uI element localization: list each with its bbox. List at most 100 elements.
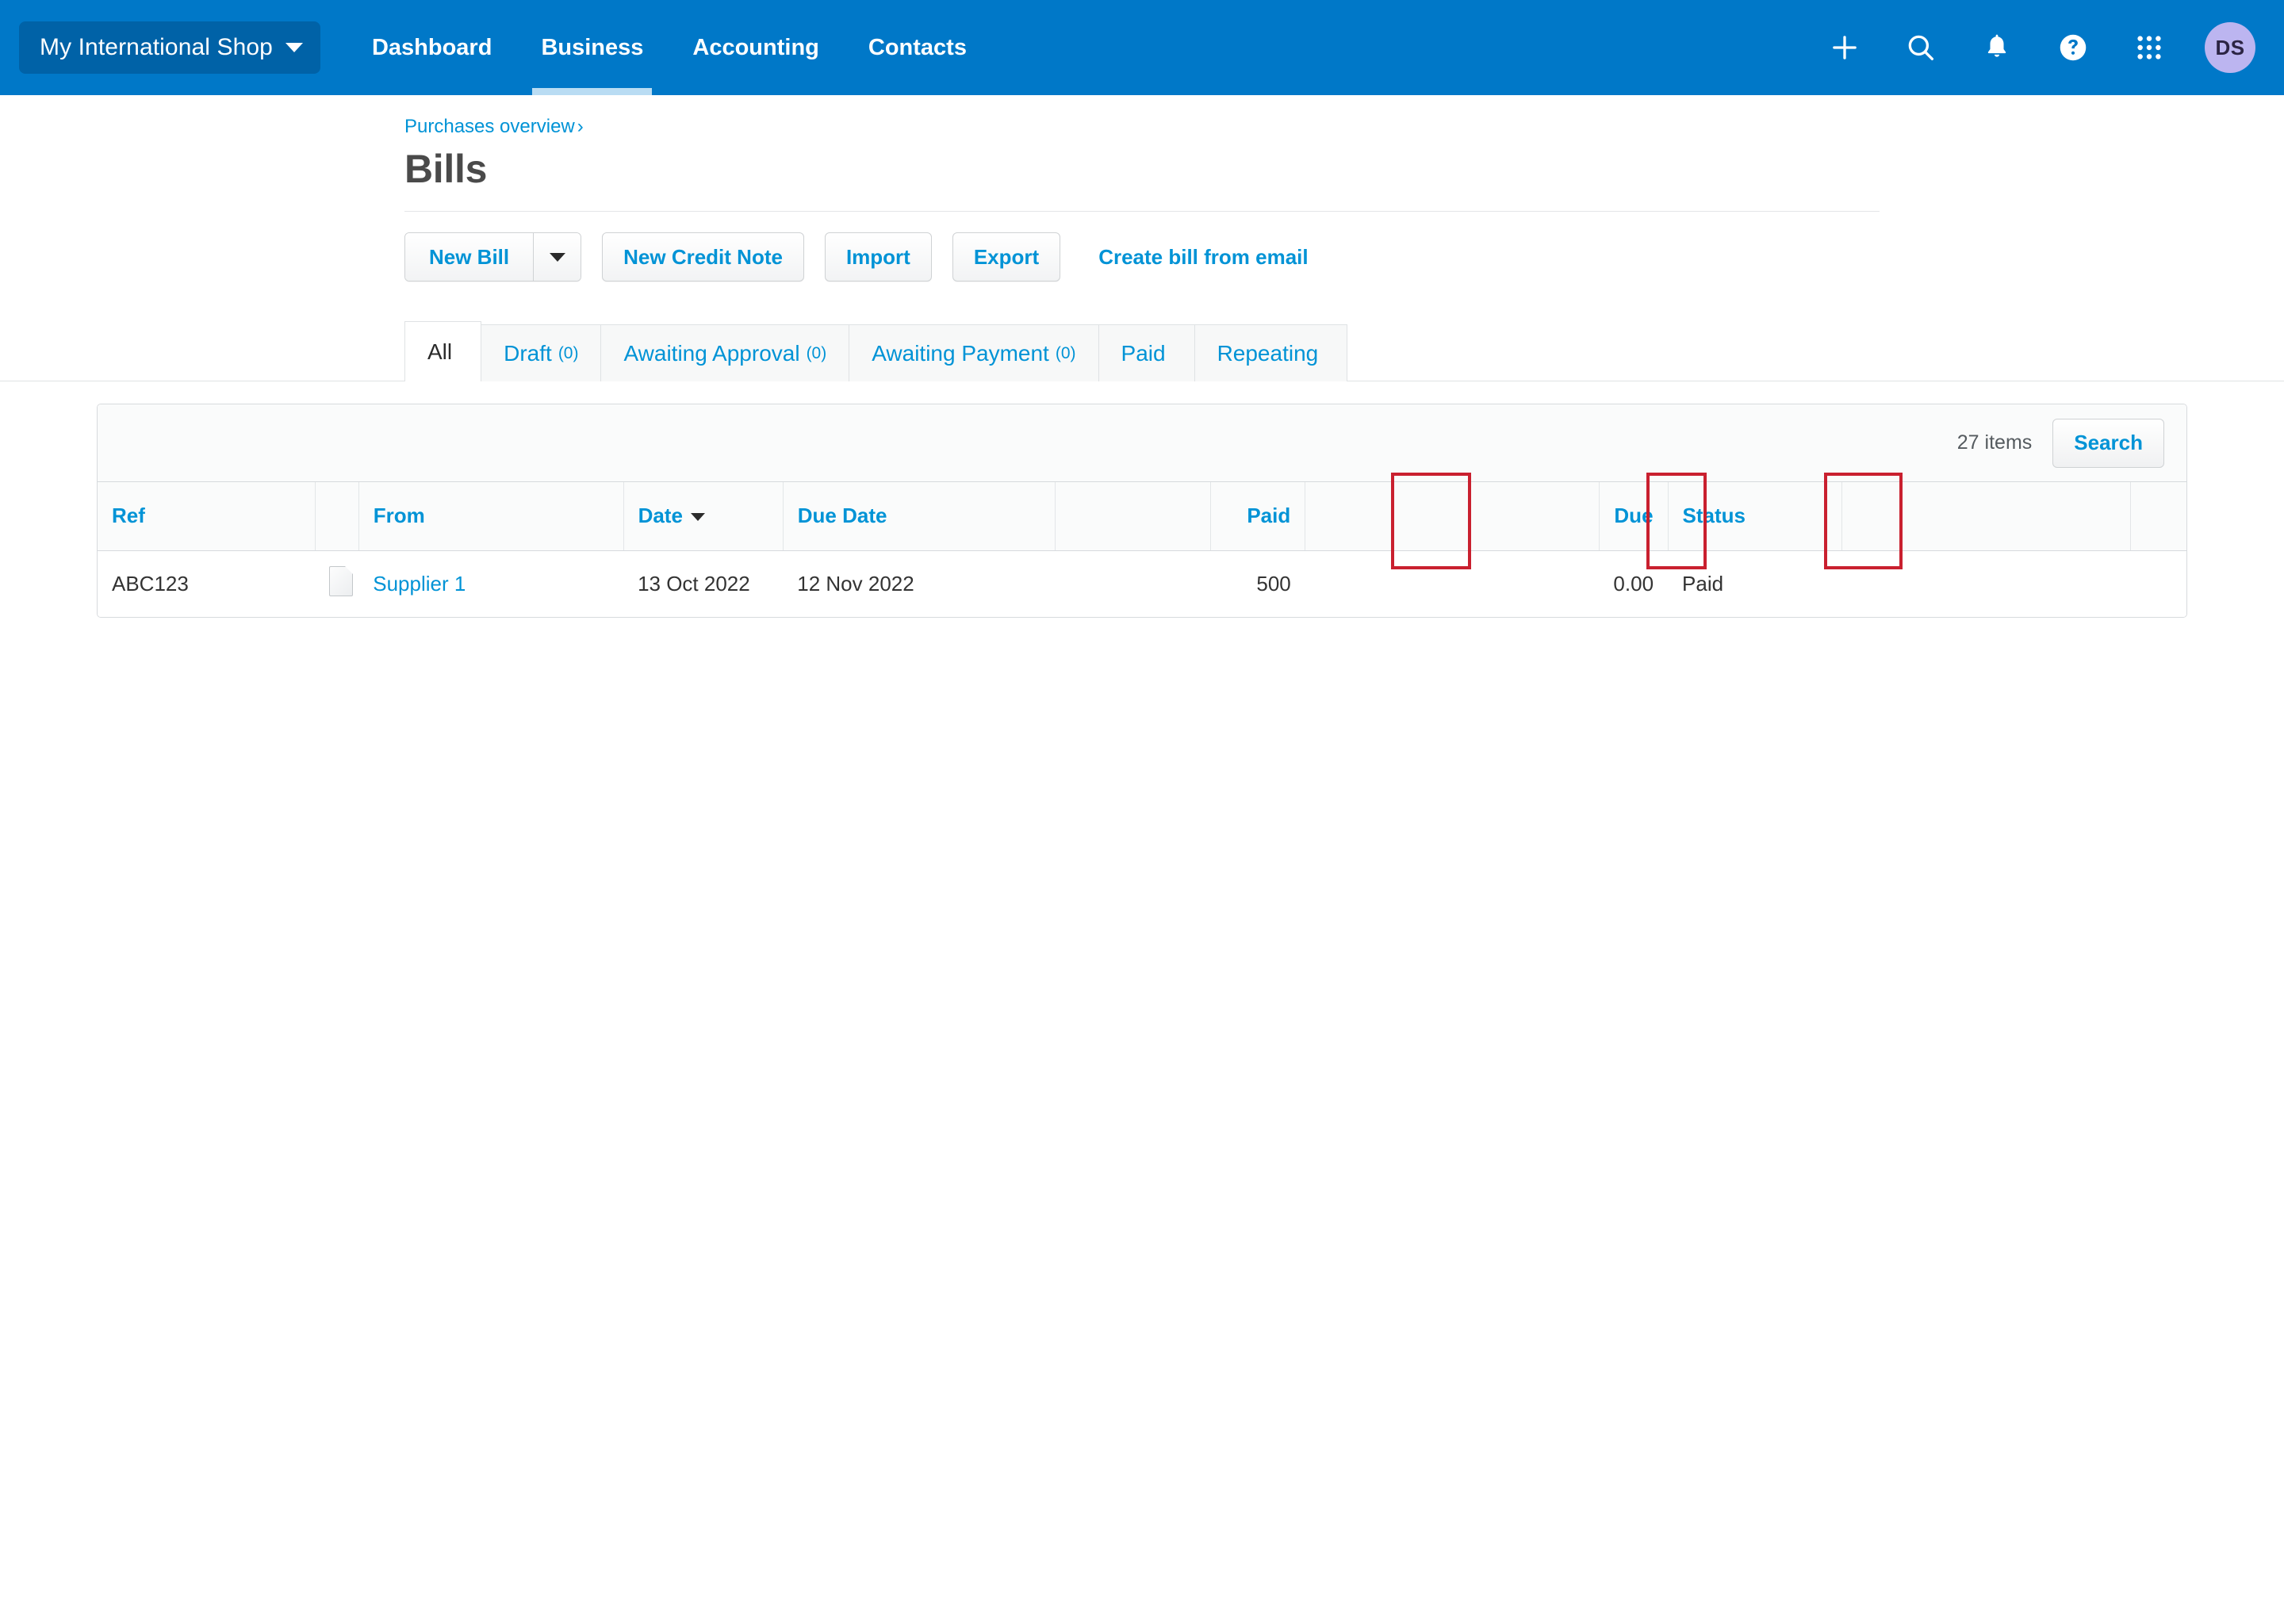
tab-count: (0) xyxy=(558,343,579,362)
page-header: Purchases overview › Bills xyxy=(0,95,2284,192)
avatar[interactable]: DS xyxy=(2205,22,2255,73)
column-header-label: Due xyxy=(1614,504,1654,528)
new-bill-split-button: New Bill xyxy=(404,232,582,282)
tab-label: All xyxy=(427,339,453,364)
column-header-paid[interactable]: Paid xyxy=(1210,482,1306,551)
top-navigation-bar: My International Shop Dashboard Business… xyxy=(0,0,2284,95)
column-header-blank-2 xyxy=(1305,482,1600,551)
bills-table: Ref From Date Due Date Paid Due Status A… xyxy=(98,482,2186,617)
bell-icon[interactable] xyxy=(1976,27,2018,68)
cell-blank-2 xyxy=(1305,550,1600,617)
tab-count: (0) xyxy=(1055,343,1076,362)
table-header-row: Ref From Date Due Date Paid Due Status xyxy=(98,482,2186,551)
page-content: Purchases overview › Bills New Bill New C… xyxy=(0,95,2284,618)
cell-date: 13 Oct 2022 xyxy=(623,550,784,617)
tab-awaiting-approval[interactable]: Awaiting Approval (0) xyxy=(601,324,850,381)
tab-label: Awaiting Payment xyxy=(872,340,1049,366)
column-header-date[interactable]: Date xyxy=(623,482,784,551)
create-bill-from-email-label: Create bill from email xyxy=(1098,244,1309,269)
export-button[interactable]: Export xyxy=(952,232,1061,282)
cell-due: 0.00 xyxy=(1599,550,1669,617)
bills-table-panel: 27 items Search Ref From Date Due Date P… xyxy=(97,404,2187,618)
help-circle-icon[interactable] xyxy=(2052,27,2094,68)
cell-paid: 500 xyxy=(1210,550,1305,617)
tab-draft[interactable]: Draft (0) xyxy=(481,324,602,381)
org-name-label: My International Shop xyxy=(40,34,273,60)
column-header-ref[interactable]: Ref xyxy=(98,482,316,551)
search-icon[interactable] xyxy=(1900,27,1941,68)
plus-icon[interactable] xyxy=(1824,27,1865,68)
column-header-blank-4 xyxy=(2130,482,2186,551)
new-bill-label: New Bill xyxy=(429,244,510,269)
tab-label: Paid xyxy=(1121,340,1166,366)
search-button-label: Search xyxy=(2074,431,2143,454)
column-header-label: Date xyxy=(638,504,683,528)
tab-paid[interactable]: Paid xyxy=(1098,324,1195,381)
column-header-status[interactable]: Status xyxy=(1668,482,1843,551)
nav-link-business[interactable]: Business xyxy=(516,0,668,95)
import-button[interactable]: Import xyxy=(824,232,932,282)
tab-label: Draft xyxy=(504,340,552,366)
nav-link-label: Contacts xyxy=(868,34,967,60)
breadcrumb-label: Purchases overview xyxy=(404,116,575,137)
column-header-due[interactable]: Due xyxy=(1599,482,1669,551)
search-button[interactable]: Search xyxy=(2052,418,2164,468)
cell-from: Supplier 1 xyxy=(358,550,624,617)
new-bill-dropdown-button[interactable] xyxy=(533,233,581,281)
tab-all[interactable]: All xyxy=(404,321,482,381)
action-toolbar: New Bill New Credit Note Import Export C… xyxy=(0,212,2284,282)
column-header-label: Status xyxy=(1682,504,1746,528)
new-bill-button[interactable]: New Bill xyxy=(405,233,534,281)
nav-link-label: Business xyxy=(541,34,644,60)
nav-actions: DS xyxy=(1824,22,2255,73)
cell-document-icon xyxy=(315,550,359,617)
nav-link-dashboard[interactable]: Dashboard xyxy=(347,0,516,95)
nav-link-label: Accounting xyxy=(692,34,819,60)
sort-descending-icon xyxy=(690,513,705,522)
tab-label: Awaiting Approval xyxy=(623,340,800,366)
column-header-from[interactable]: From xyxy=(358,482,624,551)
breadcrumb-separator: › xyxy=(577,116,584,137)
column-header-icon xyxy=(315,482,359,551)
caret-down-icon xyxy=(549,252,565,262)
column-header-blank-3 xyxy=(1841,482,2131,551)
org-switcher-button[interactable]: My International Shop xyxy=(19,21,320,74)
column-header-label: Due Date xyxy=(797,504,887,528)
cell-status: Paid xyxy=(1668,550,1842,617)
column-header-label: Ref xyxy=(112,504,145,528)
page-title: Bills xyxy=(404,147,488,191)
breadcrumb-link-purchases-overview[interactable]: Purchases overview › xyxy=(404,116,584,138)
export-label: Export xyxy=(973,244,1040,269)
cell-blank-4 xyxy=(2130,550,2186,617)
cell-blank-1 xyxy=(1055,550,1211,617)
new-credit-note-button[interactable]: New Credit Note xyxy=(602,232,804,282)
primary-nav-links: Dashboard Business Accounting Contacts xyxy=(347,0,991,95)
nav-link-accounting[interactable]: Accounting xyxy=(668,0,844,95)
column-header-label: From xyxy=(373,504,425,528)
column-header-label: Paid xyxy=(1247,504,1291,528)
table-toolbar: 27 items Search xyxy=(98,404,2186,482)
bills-status-tabs: All Draft (0) Awaiting Approval (0) Awai… xyxy=(404,321,2284,381)
items-count: 27 items xyxy=(1956,431,2033,454)
column-header-due-date[interactable]: Due Date xyxy=(783,482,1056,551)
create-bill-from-email-link[interactable]: Create bill from email xyxy=(1098,245,1308,270)
cell-ref: ABC123 xyxy=(98,550,316,617)
cell-due-date: 12 Nov 2022 xyxy=(783,550,1056,617)
app-root: My International Shop Dashboard Business… xyxy=(0,0,2284,618)
cell-blank-3 xyxy=(1841,550,2131,617)
tab-awaiting-payment[interactable]: Awaiting Payment (0) xyxy=(849,324,1099,381)
tab-label: Repeating xyxy=(1217,340,1319,366)
document-icon xyxy=(329,565,354,596)
supplier-link[interactable]: Supplier 1 xyxy=(373,572,466,596)
column-header-blank-1 xyxy=(1055,482,1212,551)
import-label: Import xyxy=(845,244,910,269)
nav-link-contacts[interactable]: Contacts xyxy=(844,0,991,95)
chevron-down-icon xyxy=(285,43,303,52)
apps-grid-icon[interactable] xyxy=(2129,27,2170,68)
new-credit-note-label: New Credit Note xyxy=(623,244,783,269)
nav-link-label: Dashboard xyxy=(371,34,492,60)
avatar-initials: DS xyxy=(2215,35,2245,59)
tab-repeating[interactable]: Repeating xyxy=(1194,324,1348,381)
table-row[interactable]: ABC123 Supplier 1 13 Oct 2022 12 Nov 202… xyxy=(98,550,2186,617)
breadcrumb: Purchases overview › xyxy=(404,116,2284,138)
